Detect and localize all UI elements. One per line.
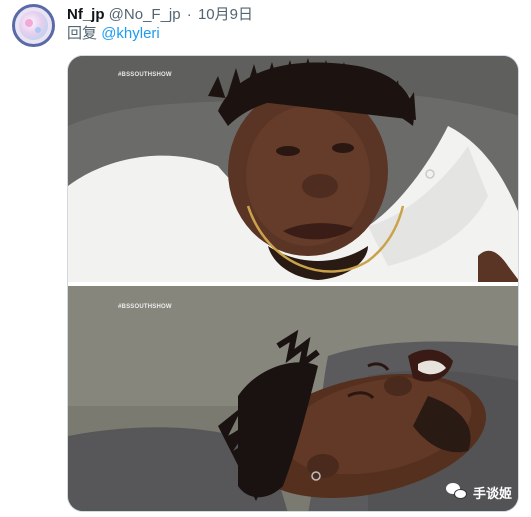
photo-bottom[interactable]: #BSSOUTHSHOW — [68, 286, 518, 511]
reply-mention-link[interactable]: @khyleri — [101, 25, 160, 42]
avatar-image — [19, 11, 48, 40]
reply-context: 回复 @khyleri — [67, 25, 160, 43]
photo-top-image — [68, 56, 518, 282]
photo-watermark: #BSSOUTHSHOW — [118, 72, 172, 78]
avatar[interactable] — [12, 4, 55, 47]
tweet: Nf_jp @No_F_jp · 10月9日 回复 @khyleri #BSSO… — [0, 0, 531, 517]
avatar-decoration — [35, 27, 41, 33]
display-name[interactable]: Nf_jp — [67, 6, 105, 23]
tweet-header: Nf_jp @No_F_jp · 10月9日 — [67, 6, 253, 24]
overlay-badge-text: 手谈姬 — [473, 485, 513, 501]
photo-bottom-image — [68, 286, 518, 511]
photo-watermark: #BSSOUTHSHOW — [118, 304, 172, 310]
user-handle[interactable]: @No_F_jp — [109, 6, 181, 23]
media-container[interactable]: #BSSOUTHSHOW #BSSOUTHSHOW — [67, 55, 519, 512]
overlay-badge: 手谈姬 — [440, 480, 520, 504]
separator-dot: · — [186, 6, 192, 23]
tweet-date[interactable]: 10月9日 — [198, 6, 253, 23]
reply-prefix: 回复 — [67, 25, 98, 42]
wechat-icon — [446, 483, 468, 501]
avatar-decoration — [25, 19, 33, 27]
photo-top[interactable]: #BSSOUTHSHOW — [68, 56, 518, 282]
